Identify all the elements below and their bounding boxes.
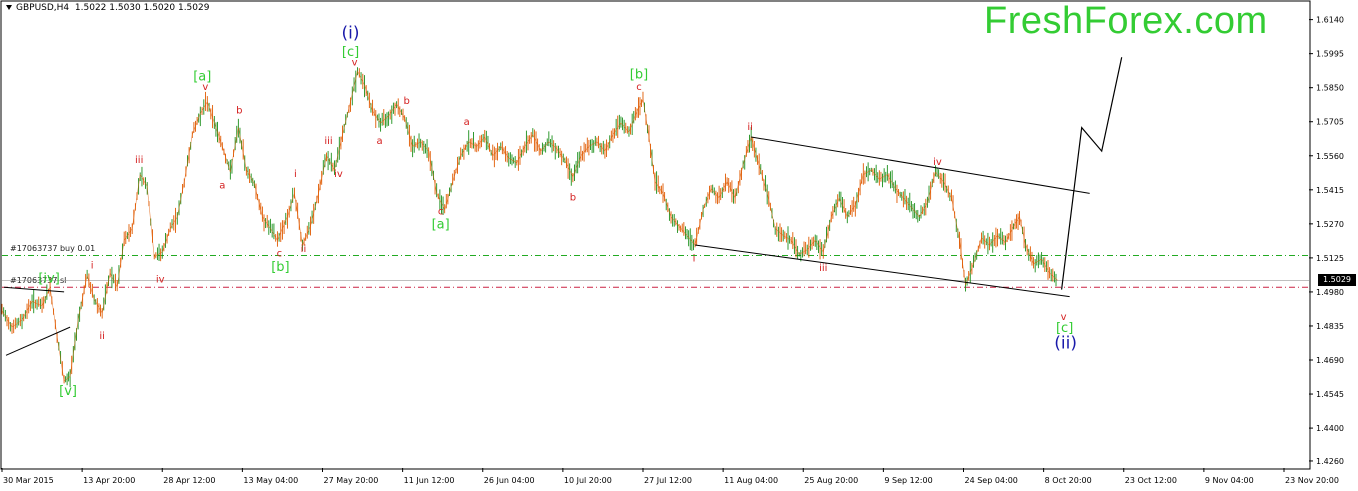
x-tick-label: 28 Apr 12:00 (163, 476, 215, 485)
x-tick-label: 8 Oct 20:00 (1045, 476, 1092, 485)
wave-label: a (377, 136, 383, 147)
x-tick-label: 13 Apr 20:00 (83, 476, 135, 485)
forecast-path (1061, 57, 1123, 290)
x-tick-label: 25 Aug 20:00 (804, 476, 858, 485)
wave-label: iv (156, 275, 165, 286)
wave-label: ii (301, 244, 307, 255)
y-tick-label: 1.5850 (1316, 84, 1344, 93)
x-tick-label: 27 May 20:00 (324, 476, 379, 485)
wave-label: c (438, 206, 444, 217)
wave-label: iv (334, 169, 343, 180)
y-tick-label: 1.5125 (1316, 254, 1344, 263)
x-tick-label: 27 Jul 12:00 (644, 476, 692, 485)
x-tick-label: 10 Jul 20:00 (564, 476, 612, 485)
wave-label: i (693, 253, 696, 264)
wave-label: v (352, 57, 358, 68)
x-tick-label: 26 Jun 04:00 (484, 476, 535, 485)
time-axis: 30 Mar 2015 13 Apr 20:00 28 Apr 12:00 13 Ma… (1, 468, 1339, 485)
y-tick-label: 1.5995 (1316, 50, 1344, 59)
y-tick-label: 1.5270 (1316, 220, 1344, 229)
wave-label: (i) (342, 23, 360, 43)
x-tick-label: 13 May 04:00 (243, 476, 298, 485)
wave-label: [b] (271, 260, 289, 275)
y-tick-label: 1.4980 (1316, 288, 1344, 297)
x-tick-label: 24 Sep 04:00 (965, 476, 1018, 485)
price-chart[interactable]: 1.6140 1.5995 1.5850 1.5705 1.5560 1.5415 1.52… (0, 0, 1358, 491)
wave-label: ii (99, 331, 105, 342)
x-tick-label: 11 Jun 12:00 (404, 476, 455, 485)
wave-label: [iv] (38, 272, 59, 287)
wave-label: a (464, 117, 470, 128)
y-tick-label: 1.5415 (1316, 186, 1344, 195)
y-tick-label: 1.6140 (1316, 16, 1344, 25)
wave-label: iv (933, 157, 942, 168)
wave-label: a (219, 181, 225, 192)
wave-label: [v] (59, 384, 77, 399)
wave-label: iii (324, 136, 332, 147)
price-line (1, 70, 1058, 382)
wave-label: i (294, 169, 297, 180)
wave-label: c (277, 249, 283, 260)
y-tick-label: 1.4835 (1316, 322, 1344, 331)
wave-label: [a] (432, 218, 450, 233)
y-tick-label: 1.4260 (1316, 457, 1344, 466)
wave-label: iii (135, 155, 143, 166)
y-tick-label: 1.5560 (1316, 152, 1344, 161)
price-axis: 1.6140 1.5995 1.5850 1.5705 1.5560 1.5415 1.52… (1309, 16, 1344, 466)
x-tick-label: 23 Nov 20:00 (1285, 476, 1339, 485)
y-tick-label: 1.4690 (1316, 356, 1344, 365)
wave-label: b (236, 106, 242, 117)
wave-label: b (570, 192, 576, 203)
order-levels (2, 255, 1309, 288)
wave-label: (ii) (1054, 333, 1077, 353)
x-tick-label: 23 Oct 12:00 (1125, 476, 1177, 485)
wave-label: iii (819, 263, 827, 274)
wave-label: ii (747, 122, 753, 133)
wave-label: v (202, 82, 208, 93)
trend-lines (3, 57, 1123, 356)
x-tick-label: 9 Sep 12:00 (884, 476, 932, 485)
wave-label: c (636, 82, 642, 93)
x-tick-label: 30 Mar 2015 (3, 476, 54, 485)
wave-label: i (91, 260, 94, 271)
y-tick-label: 1.4400 (1316, 424, 1344, 433)
y-tick-label: 1.5705 (1316, 118, 1344, 127)
channel-line-lower (694, 244, 1070, 298)
current-price-badge: 1.5029 (1318, 274, 1356, 287)
y-tick-label: 1.4545 (1316, 390, 1344, 399)
wave-label: b (403, 96, 409, 107)
wave-label: [b] (630, 67, 648, 82)
price-series (1, 67, 1058, 388)
channel-line-upper (751, 136, 1090, 194)
x-tick-label: 11 Aug 04:00 (724, 476, 778, 485)
x-tick-label: 9 Nov 04:00 (1205, 476, 1254, 485)
